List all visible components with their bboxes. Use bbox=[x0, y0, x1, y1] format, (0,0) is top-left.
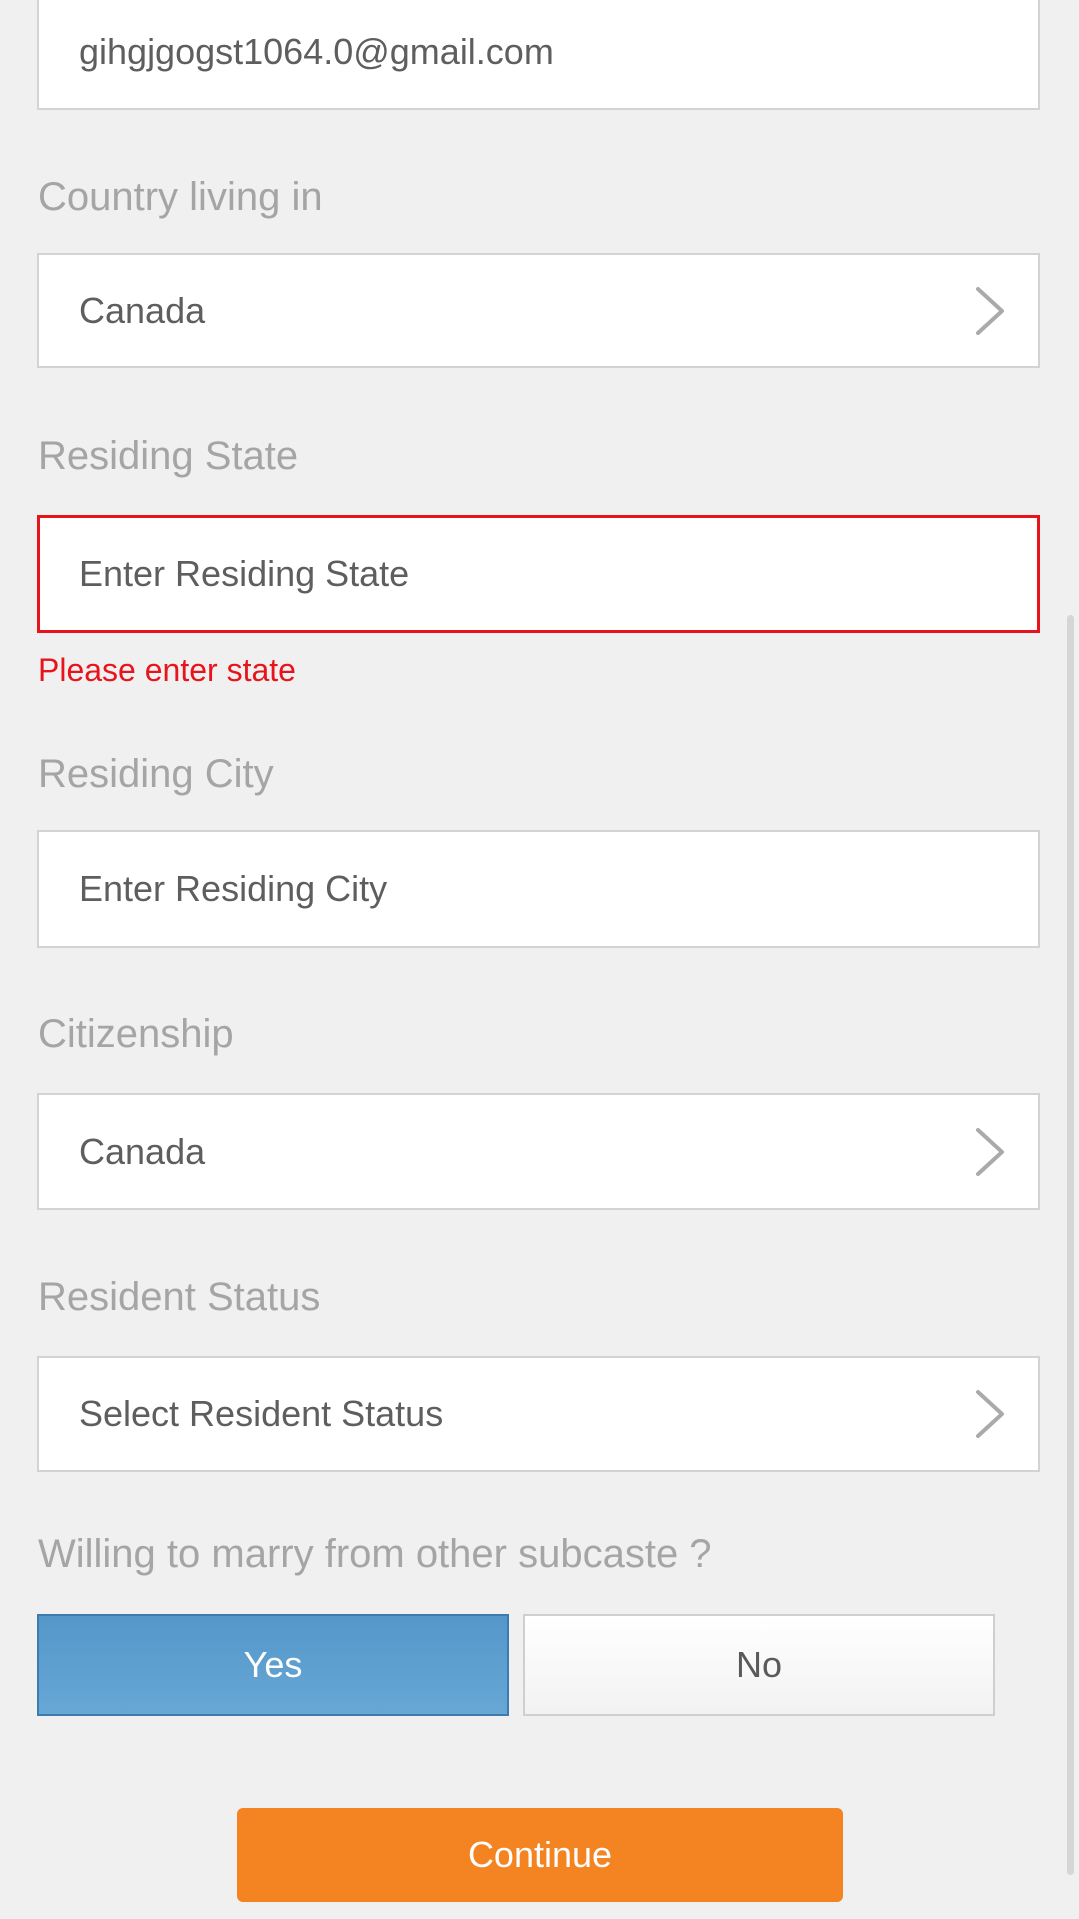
email-value: gihgjgogst1064.0@gmail.com bbox=[79, 31, 554, 72]
country-select[interactable]: Canada bbox=[37, 253, 1040, 368]
state-error-message: Please enter state bbox=[38, 652, 296, 688]
city-label: Residing City bbox=[38, 752, 274, 796]
chevron-right-icon bbox=[976, 286, 1004, 335]
no-button[interactable]: No bbox=[523, 1614, 995, 1716]
city-placeholder: Enter Residing City bbox=[79, 868, 388, 909]
subcaste-question: Willing to marry from other subcaste ? bbox=[38, 1532, 712, 1576]
continue-button[interactable]: Continue bbox=[237, 1808, 843, 1902]
resident-status-label: Resident Status bbox=[38, 1275, 321, 1319]
state-input[interactable]: Enter Residing State bbox=[37, 515, 1040, 633]
country-value: Canada bbox=[79, 289, 206, 331]
city-input[interactable]: Enter Residing City bbox=[37, 830, 1040, 948]
state-placeholder: Enter Residing State bbox=[79, 553, 410, 594]
chevron-right-icon bbox=[976, 1127, 1004, 1176]
yes-button[interactable]: Yes bbox=[37, 1614, 509, 1716]
resident-status-value: Select Resident Status bbox=[79, 1393, 444, 1434]
resident-status-select[interactable]: Select Resident Status bbox=[37, 1356, 1040, 1472]
citizenship-select[interactable]: Canada bbox=[37, 1093, 1040, 1210]
citizenship-value: Canada bbox=[79, 1130, 206, 1172]
state-label: Residing State bbox=[38, 434, 299, 478]
chevron-right-icon bbox=[976, 1390, 1004, 1438]
scrollbar[interactable] bbox=[1067, 615, 1074, 1875]
country-label: Country living in bbox=[38, 175, 323, 219]
email-field[interactable]: gihgjgogst1064.0@gmail.com bbox=[37, 0, 1040, 110]
citizenship-label: Citizenship bbox=[38, 1012, 234, 1056]
